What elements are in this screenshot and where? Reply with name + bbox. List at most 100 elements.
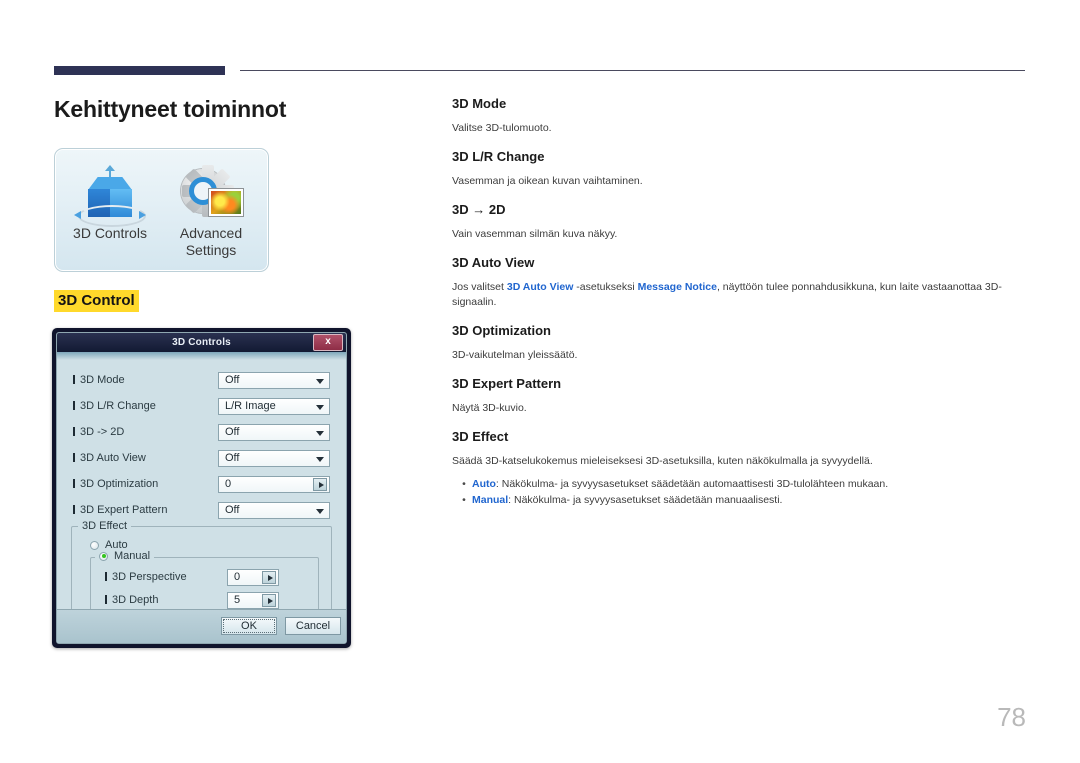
setting-row-3d-lr-change: 3D L/R Change L/R Image (73, 396, 330, 416)
entry-title: 3D L/R Change (452, 149, 545, 164)
dialog-titlebar: 3D Controls x (57, 333, 346, 353)
list-item-text: : Näkökulma- ja syvyysasetukset säädetää… (495, 478, 889, 490)
dialog-body: 3D Mode Off 3D L/R Change L/R Image 3D -… (57, 360, 346, 643)
group-caption: 3D Effect (78, 520, 132, 532)
list-item: • Auto: Näkökulma- ja syvyysasetukset sä… (456, 476, 1027, 492)
header-rule-accent (54, 66, 225, 75)
radio-manual[interactable]: Manual (95, 550, 155, 562)
menu-tile-label: Advanced (179, 225, 243, 241)
page-title: Kehittyneet toiminnot (54, 96, 287, 122)
keyword-3d-auto-view: 3D Auto View (506, 281, 574, 293)
dropdown-3d-auto-view[interactable]: Off (218, 449, 330, 467)
keyword-message-notice: Message Notice (637, 281, 717, 293)
entry-3d-auto-view: 3D Auto View Jos valitset 3D Auto View -… (452, 255, 1027, 310)
text-mid: -asetukseksi (573, 281, 638, 293)
dialog-footer: OK Cancel (57, 609, 346, 643)
setting-row-3d-optimization: 3D Optimization 0 (73, 474, 330, 494)
entry-3d-mode: 3D Mode Valitse 3D-tulomuoto. (452, 96, 1027, 136)
dropdown-value: Off (225, 452, 240, 464)
entry-body: Valitse 3D-tulomuoto. (452, 122, 552, 134)
entry-title: 3D Optimization (452, 323, 551, 338)
radio-label-manual: Manual (114, 550, 151, 562)
entry-body: Näytä 3D-kuvio. (452, 402, 527, 414)
setting-label: 3D Depth (105, 594, 227, 606)
entry-3d-optimization: 3D Optimization 3D-vaikutelman yleissäät… (452, 323, 1027, 363)
setting-row-3d-to-2d: 3D -> 2D Off (73, 422, 330, 442)
entry-title: 3D Effect (452, 429, 509, 444)
setting-row-3d-depth: 3D Depth 5 (105, 591, 312, 609)
text-pre: Jos valitset (452, 281, 507, 293)
entry-3d-to-2d: 3D → 2D Vain vasemman silmän kuva näkyy. (452, 202, 1027, 242)
entry-title: 3D Auto View (452, 255, 535, 270)
entry-title: 3D Expert Pattern (452, 376, 562, 391)
radio-icon-manual (99, 551, 108, 561)
chevron-down-icon (316, 456, 324, 462)
bullet-list: • Auto: Näkökulma- ja syvyysasetukset sä… (452, 476, 1027, 508)
setting-label: 3D Expert Pattern (73, 504, 218, 516)
dialog-title-glow (57, 352, 346, 360)
gear-picture-icon (161, 161, 261, 225)
setting-label: 3D Optimization (73, 478, 218, 490)
keyword-auto: Auto (472, 478, 496, 490)
cancel-button[interactable]: Cancel (285, 617, 341, 635)
entry-title: 3D Mode (452, 96, 507, 111)
dropdown-3d-lr-change[interactable]: L/R Image (218, 397, 330, 415)
menu-tile-label-second-line: Settings (185, 242, 237, 258)
entry-body: Säädä 3D-katselukokemus mieleiseksesi 3D… (452, 455, 873, 467)
entry-body: Vasemman ja oikean kuvan vaihtaminen. (452, 175, 643, 187)
chevron-down-icon (316, 404, 324, 410)
setting-label: 3D -> 2D (73, 426, 218, 438)
osd-dialog: 3D Controls x 3D Mode Off 3D L/R Change … (52, 328, 351, 648)
setting-label: 3D Mode (73, 374, 218, 386)
dropdown-value: Off (225, 426, 240, 438)
stepper-value: 5 (234, 594, 241, 606)
dropdown-3d-mode[interactable]: Off (218, 371, 330, 389)
stepper-value: 0 (234, 571, 241, 583)
page-number: 78 (997, 702, 1026, 732)
setting-row-3d-perspective: 3D Perspective 0 (105, 568, 312, 586)
dropdown-value: Off (225, 374, 240, 386)
entry-3d-effect: 3D Effect Säädä 3D-katselukokemus mielei… (452, 429, 1027, 508)
entry-3d-expert-pattern: 3D Expert Pattern Näytä 3D-kuvio. (452, 376, 1027, 416)
entry-3d-lr-change: 3D L/R Change Vasemman ja oikean kuvan v… (452, 149, 1027, 189)
entry-body: 3D-vaikutelman yleissäätö. (452, 349, 578, 361)
3d-cube-icon (60, 161, 160, 227)
setting-label: 3D L/R Change (73, 400, 218, 412)
ok-button[interactable]: OK (221, 617, 277, 635)
stepper-3d-perspective[interactable]: 0 (227, 568, 279, 586)
chevron-right-icon[interactable] (313, 477, 327, 491)
menu-tile-3d-controls: 3D Controls (60, 161, 160, 242)
chevron-right-icon[interactable] (262, 593, 276, 607)
section-heading-highlight: 3D Control (54, 290, 139, 312)
entry-title: 3D → 2D (452, 202, 506, 217)
dropdown-value: L/R Image (225, 400, 276, 412)
chevron-right-icon[interactable] (262, 570, 276, 584)
dialog-title: 3D Controls (172, 337, 231, 348)
keyword-manual: Manual (472, 494, 509, 506)
bullet-dot-icon: • (462, 478, 466, 490)
radio-icon-auto (90, 540, 99, 550)
setting-label: 3D Perspective (105, 571, 227, 583)
chevron-down-icon (316, 430, 324, 436)
setting-row-3d-mode: 3D Mode Off (73, 370, 330, 390)
stepper-value: 0 (225, 478, 232, 490)
stepper-3d-optimization[interactable]: 0 (218, 475, 330, 493)
stepper-3d-depth[interactable]: 5 (227, 591, 279, 609)
header-rule-line (240, 70, 1025, 71)
close-icon[interactable]: x (313, 334, 343, 351)
list-item-text: : Näkökulma- ja syvyysasetukset säädetää… (508, 494, 783, 506)
chevron-down-icon (316, 378, 324, 384)
menu-tile-label: 3D Controls (73, 225, 147, 241)
setting-label: 3D Auto View (73, 452, 218, 464)
entry-body: Jos valitset 3D Auto View -asetukseksi M… (452, 280, 1027, 310)
menu-tile-advanced-settings: Advanced Settings (161, 161, 261, 259)
list-item: • Manual: Näkökulma- ja syvyysasetukset … (456, 492, 1027, 508)
dropdown-3d-to-2d[interactable]: Off (218, 423, 330, 441)
dropdown-value: Off (225, 504, 240, 516)
entry-body: Vain vasemman silmän kuva näkyy. (452, 228, 618, 240)
setting-row-3d-expert-pattern: 3D Expert Pattern Off (73, 500, 330, 520)
osd-menu-illustration: 3D Controls Advanced Settings (54, 148, 269, 272)
chevron-down-icon (316, 508, 324, 514)
bullet-dot-icon: • (462, 494, 466, 506)
dropdown-3d-expert-pattern[interactable]: Off (218, 501, 330, 519)
